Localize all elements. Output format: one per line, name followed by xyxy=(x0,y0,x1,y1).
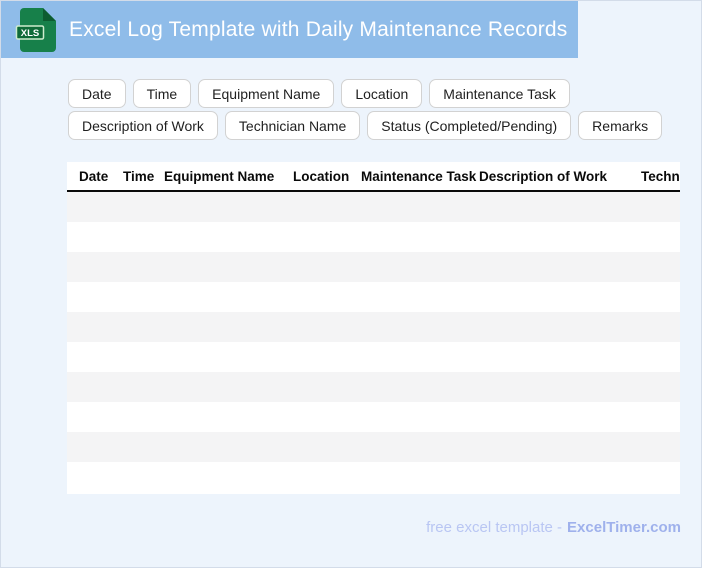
footer-brand-link[interactable]: ExcelTimer.com xyxy=(567,519,681,536)
chip-remarks[interactable]: Remarks xyxy=(578,111,663,140)
table-row xyxy=(67,282,680,312)
chip-status[interactable]: Status (Completed/Pending) xyxy=(367,111,572,140)
table-row xyxy=(67,192,680,222)
chip-description-of-work[interactable]: Description of Work xyxy=(68,111,218,140)
table-header-row: Date Time Equipment Name Location Mainte… xyxy=(67,162,680,192)
table-row xyxy=(67,432,680,462)
maintenance-log-table: Date Time Equipment Name Location Mainte… xyxy=(67,162,680,494)
footer-credit: free excel template - ExcelTimer.com xyxy=(426,519,681,536)
table-row xyxy=(67,372,680,402)
table-row xyxy=(67,342,680,372)
xls-badge-label: XLS xyxy=(21,28,39,39)
header: XLS Excel Log Template with Daily Mainte… xyxy=(1,1,578,58)
xls-file-icon: XLS xyxy=(15,7,56,52)
chip-date[interactable]: Date xyxy=(68,79,126,108)
chip-maintenance-task[interactable]: Maintenance Task xyxy=(429,79,570,108)
col-header-technician-name: Technician Name xyxy=(641,168,680,184)
table-row xyxy=(67,222,680,252)
page-canvas: XLS Excel Log Template with Daily Mainte… xyxy=(0,0,702,568)
file-fold xyxy=(43,7,56,21)
chip-equipment-name[interactable]: Equipment Name xyxy=(198,79,335,108)
col-header-time: Time xyxy=(123,168,155,184)
chips-row-1: Date Time Equipment Name Location Mainte… xyxy=(68,79,570,108)
col-header-date: Date xyxy=(79,168,109,184)
chip-technician-name[interactable]: Technician Name xyxy=(224,111,361,140)
table-row xyxy=(67,312,680,342)
footer-credit-text: free excel template - xyxy=(426,519,563,536)
table-row xyxy=(67,252,680,282)
col-header-maintenance-task: Maintenance Task xyxy=(361,168,477,184)
col-header-location: Location xyxy=(293,168,350,184)
table-row xyxy=(67,402,680,432)
table-row xyxy=(67,462,680,492)
chip-time[interactable]: Time xyxy=(132,79,192,108)
col-header-equipment-name: Equipment Name xyxy=(164,168,275,184)
chips-row-2: Description of Work Technician Name Stat… xyxy=(68,111,663,140)
page-title: Excel Log Template with Daily Maintenanc… xyxy=(69,17,568,41)
col-header-description-of-work: Description of Work xyxy=(479,168,608,184)
chip-location[interactable]: Location xyxy=(341,79,423,108)
